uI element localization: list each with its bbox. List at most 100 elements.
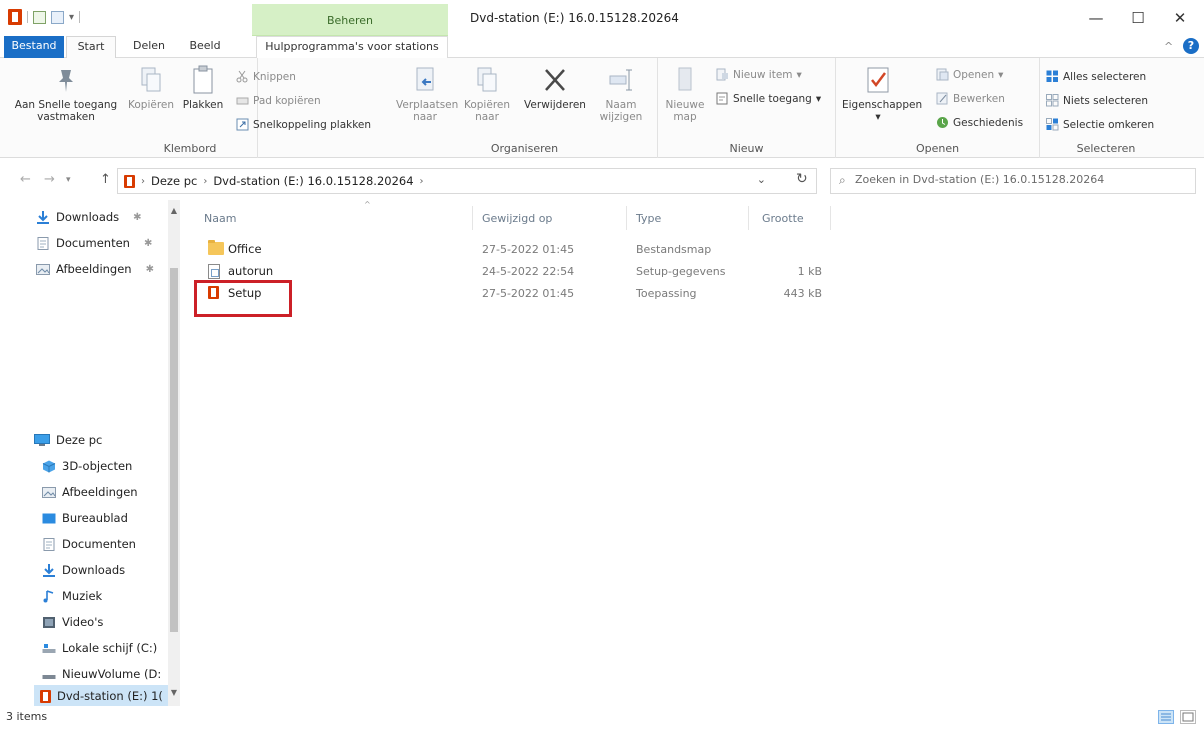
computer-icon bbox=[34, 433, 50, 447]
copy-button[interactable]: Kopiëren bbox=[128, 64, 174, 111]
pin-quick-access-button[interactable]: Aan Snelle toegang vastmaken bbox=[6, 64, 126, 123]
easy-access-button[interactable]: Snelle toegang ▾ bbox=[716, 92, 821, 105]
easy-access-label: Snelle toegang bbox=[733, 92, 812, 105]
column-divider[interactable] bbox=[748, 206, 749, 230]
manage-context-tab[interactable]: Beheren bbox=[252, 4, 448, 36]
nav-item-new-volume-d[interactable]: NieuwVolume (D: bbox=[42, 663, 161, 685]
close-button[interactable]: ✕ bbox=[1160, 6, 1200, 30]
forward-button[interactable]: → bbox=[44, 172, 55, 187]
delete-button[interactable]: Verwijderen bbox=[524, 64, 586, 111]
breadcrumb-separator[interactable]: › bbox=[203, 176, 207, 187]
table-row[interactable]: Office 27-5-2022 01:45 Bestandsmap bbox=[188, 238, 848, 260]
column-header-modified[interactable]: Gewijzigd op bbox=[482, 212, 552, 225]
qat-separator bbox=[79, 11, 81, 23]
back-button[interactable]: ← bbox=[20, 172, 31, 187]
select-none-label: Niets selecteren bbox=[1063, 94, 1149, 107]
column-header-size[interactable]: Grootte bbox=[762, 212, 804, 225]
nav-item-label: Documenten bbox=[62, 537, 136, 551]
search-input[interactable] bbox=[855, 173, 1185, 186]
cut-button[interactable]: Knippen bbox=[236, 70, 296, 83]
breadcrumb-dvd-station[interactable]: Dvd-station (E:) 16.0.15128.20264 bbox=[213, 174, 413, 188]
tab-start[interactable]: Start bbox=[66, 36, 116, 59]
open-group-label: Openen bbox=[915, 142, 960, 155]
select-all-button[interactable]: Alles selecteren bbox=[1046, 70, 1146, 83]
nav-item-videos[interactable]: Video's bbox=[42, 611, 103, 633]
select-none-button[interactable]: Niets selecteren bbox=[1046, 94, 1148, 107]
select-all-icon bbox=[1046, 70, 1059, 83]
nav-item-local-disk-c[interactable]: Lokale schijf (C:) bbox=[42, 637, 157, 659]
office-logo-icon bbox=[40, 689, 51, 703]
rename-button[interactable]: Naam wijzigen bbox=[596, 64, 646, 123]
file-size: 443 kB bbox=[783, 287, 822, 300]
nav-item-dvd-station-e[interactable]: Dvd-station (E:) 1( bbox=[34, 685, 168, 707]
paste-shortcut-button[interactable]: Snelkoppeling plakken bbox=[236, 118, 371, 131]
scroll-up-icon[interactable]: ▲ bbox=[168, 206, 180, 215]
column-header-type[interactable]: Type bbox=[636, 212, 661, 225]
address-bar[interactable]: › Deze pc › Dvd-station (E:) 16.0.15128.… bbox=[117, 168, 817, 194]
large-icons-view-button[interactable] bbox=[1180, 710, 1196, 724]
maximize-button[interactable]: ☐ bbox=[1118, 6, 1158, 30]
nav-item-3d-objects[interactable]: 3D-objecten bbox=[42, 455, 132, 477]
nav-item-downloads[interactable]: Downloads bbox=[42, 559, 125, 581]
window-title: Dvd-station (E:) 16.0.15128.20264 bbox=[470, 11, 679, 25]
invert-selection-button[interactable]: Selectie omkeren bbox=[1046, 118, 1154, 131]
edit-label: Bewerken bbox=[953, 92, 1005, 105]
tab-view[interactable]: Beeld bbox=[180, 36, 230, 58]
help-icon[interactable]: ? bbox=[1183, 38, 1199, 54]
nav-item-music[interactable]: Muziek bbox=[42, 585, 102, 607]
copy-label: Kopiëren bbox=[128, 99, 175, 111]
easy-access-dropdown-icon: ▾ bbox=[815, 92, 822, 105]
column-divider[interactable] bbox=[830, 206, 831, 230]
search-box[interactable]: ⌕ bbox=[830, 168, 1196, 194]
properties-dropdown-icon: ▾ bbox=[875, 111, 881, 123]
open-button[interactable]: Openen ▾ bbox=[936, 68, 1003, 81]
breadcrumb-separator[interactable]: › bbox=[420, 176, 424, 187]
paste-shortcut-label: Snelkoppeling plakken bbox=[253, 118, 372, 131]
history-button[interactable]: Geschiedenis bbox=[936, 116, 1023, 129]
nav-item-label: Afbeeldingen bbox=[62, 485, 138, 499]
tab-share[interactable]: Delen bbox=[124, 36, 174, 58]
nav-item-label: Dvd-station (E:) 1( bbox=[57, 689, 163, 703]
breadcrumb-separator[interactable]: › bbox=[141, 176, 145, 187]
download-arrow-icon bbox=[42, 563, 56, 577]
paste-label: Plakken bbox=[182, 99, 224, 111]
nav-scrollbar-thumb[interactable] bbox=[170, 268, 178, 632]
move-to-button[interactable]: Verplaatsen naar bbox=[396, 64, 458, 123]
folder-icon bbox=[208, 240, 224, 255]
address-history-dropdown-icon[interactable]: ⌄ bbox=[757, 173, 766, 186]
details-view-button[interactable] bbox=[1158, 710, 1174, 724]
new-folder-button[interactable]: Nieuwe map bbox=[662, 64, 708, 123]
copy-path-button[interactable]: Pad kopiëren bbox=[236, 94, 321, 107]
properties-button[interactable]: Eigenschappen ▾ bbox=[842, 64, 922, 123]
setup-highlight-box bbox=[194, 280, 292, 317]
edit-button[interactable]: Bewerken bbox=[936, 92, 1005, 105]
qat-dropdown-icon[interactable]: ▾ bbox=[69, 12, 74, 23]
new-item-button[interactable]: Nieuw item ▾ bbox=[716, 68, 802, 81]
column-header-name[interactable]: Naam bbox=[204, 212, 236, 225]
nav-item-this-pc[interactable]: Deze pc bbox=[34, 429, 102, 451]
column-divider[interactable] bbox=[626, 206, 627, 230]
column-divider[interactable] bbox=[472, 206, 473, 230]
collapse-ribbon-icon[interactable]: ^ bbox=[1164, 40, 1173, 53]
nav-item-documents[interactable]: Documenten bbox=[42, 533, 136, 555]
nav-item-pictures[interactable]: Afbeeldingen bbox=[42, 481, 138, 503]
copy-to-button[interactable]: Kopiëren naar bbox=[462, 64, 512, 123]
invert-selection-icon bbox=[1046, 118, 1059, 131]
pictures-icon bbox=[42, 486, 56, 499]
up-button[interactable]: ↑ bbox=[100, 172, 111, 187]
nav-item-documents-quick[interactable]: Documenten ✱ bbox=[36, 232, 152, 254]
scroll-down-icon[interactable]: ▼ bbox=[168, 688, 180, 697]
paste-button[interactable]: Plakken bbox=[180, 64, 226, 111]
nav-item-downloads-quick[interactable]: Downloads ✱ bbox=[36, 206, 142, 228]
nav-item-desktop[interactable]: Bureaublad bbox=[42, 507, 128, 529]
tab-drive-tools[interactable]: Hulpprogramma's voor stations bbox=[256, 36, 448, 58]
tab-file[interactable]: Bestand bbox=[4, 36, 64, 58]
refresh-button[interactable]: ↻ bbox=[796, 171, 808, 187]
properties-check-icon[interactable] bbox=[33, 10, 46, 24]
nav-item-pictures-quick[interactable]: Afbeeldingen ✱ bbox=[36, 258, 154, 280]
table-row[interactable]: autorun 24-5-2022 22:54 Setup-gegevens 1… bbox=[188, 260, 848, 282]
minimize-button[interactable]: — bbox=[1076, 6, 1116, 30]
breadcrumb-this-pc[interactable]: Deze pc bbox=[151, 174, 197, 188]
recent-locations-icon[interactable]: ▾ bbox=[66, 175, 71, 185]
new-folder-icon[interactable] bbox=[51, 10, 64, 24]
